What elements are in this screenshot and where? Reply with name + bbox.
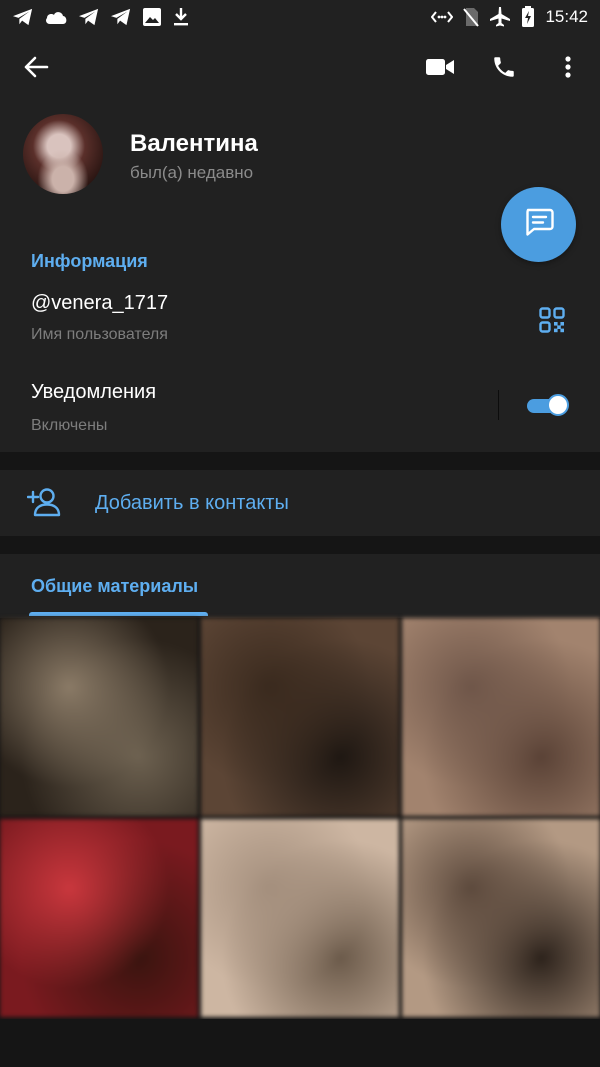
row-divider [498, 390, 499, 420]
battery-charging-icon [521, 6, 535, 28]
bottom-background [0, 1019, 600, 1067]
profile-name: Валентина [130, 130, 258, 157]
username-value[interactable]: @venera_1717 [31, 292, 168, 315]
add-to-contacts-label: Добавить в контакты [95, 492, 289, 514]
nfc-data-icon [431, 10, 454, 24]
media-thumbnail[interactable] [402, 819, 600, 1017]
telegram-icon [12, 7, 34, 27]
qr-code-button[interactable] [532, 302, 572, 342]
shared-media-section: Общие материалы [0, 554, 600, 1019]
more-button[interactable] [544, 45, 592, 93]
profile-header: Валентина был(а) недавно [0, 34, 600, 224]
username-label: Имя пользователя [31, 326, 168, 343]
video-call-button[interactable] [416, 45, 464, 93]
tab-indicator [29, 612, 208, 616]
download-icon [172, 7, 190, 27]
notifications-title: Уведомления [31, 381, 157, 403]
info-section-title: Информация [31, 251, 148, 271]
profile-screen: 15:42 Валентина был(а) недавно Информаци… [0, 0, 600, 1067]
airplane-icon [489, 6, 511, 28]
more-vertical-icon [564, 55, 572, 84]
call-button[interactable] [480, 45, 528, 93]
message-icon [523, 207, 555, 242]
media-thumbnail[interactable] [0, 819, 198, 1017]
info-section: Информация @venera_1717 Имя пользователя [0, 224, 600, 452]
add-user-icon [26, 487, 63, 522]
media-grid [0, 618, 600, 1019]
add-to-contacts-button[interactable]: Добавить в контакты [0, 470, 600, 536]
media-thumbnail[interactable] [201, 819, 399, 1017]
send-message-button[interactable] [501, 187, 576, 262]
phone-icon [491, 54, 517, 85]
tab-shared-media[interactable]: Общие материалы [31, 576, 198, 597]
notifications-status: Включены [31, 417, 108, 434]
avatar[interactable] [23, 114, 103, 194]
cloud-icon [44, 8, 68, 26]
image-icon [142, 7, 162, 27]
back-button[interactable] [12, 45, 60, 93]
media-thumbnail[interactable] [402, 618, 600, 816]
clock: 15:42 [545, 7, 588, 26]
no-sim-icon [463, 7, 480, 27]
video-call-icon [425, 57, 455, 82]
telegram-icon [110, 7, 132, 27]
toggle-knob [547, 394, 569, 416]
status-bar: 15:42 [0, 0, 600, 34]
arrow-back-icon [23, 55, 49, 84]
telegram-icon [78, 7, 100, 27]
media-thumbnail[interactable] [201, 618, 399, 816]
notifications-toggle[interactable] [527, 394, 571, 416]
last-seen-status: был(а) недавно [130, 163, 254, 182]
media-thumbnail[interactable] [0, 618, 198, 816]
qr-code-icon [539, 306, 565, 338]
